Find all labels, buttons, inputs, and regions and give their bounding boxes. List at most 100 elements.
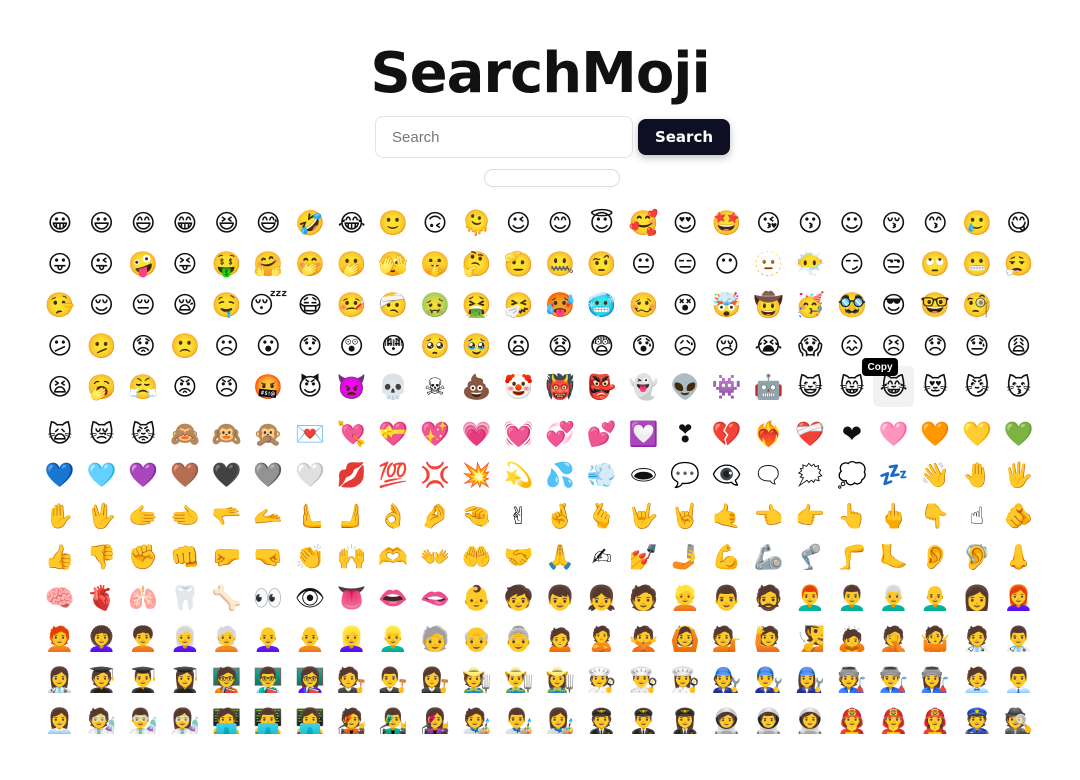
emoji-cell[interactable]: 👵	[498, 618, 540, 659]
emoji-cell[interactable]: 👁‍🗨	[706, 454, 748, 495]
emoji-cell[interactable]: 👩‍💼	[39, 700, 81, 741]
emoji-cell[interactable]: 👩‍⚖️	[414, 659, 456, 700]
emoji-cell[interactable]: ☠	[414, 366, 456, 407]
emoji-cell[interactable]: 🥲	[956, 202, 998, 243]
emoji-cell[interactable]: 💤	[873, 454, 915, 495]
emoji-cell[interactable]: 👍	[39, 536, 81, 577]
emoji-cell[interactable]: 😂	[331, 202, 373, 243]
emoji-cell[interactable]: 👹	[539, 366, 581, 407]
emoji-cell[interactable]: 🤓	[914, 284, 956, 325]
emoji-cell[interactable]: 👈	[748, 495, 790, 536]
emoji-cell[interactable]: 🙀	[39, 413, 81, 454]
emoji-cell[interactable]: 🧑‍🎓	[81, 659, 123, 700]
emoji-cell[interactable]: 👩‍🏫	[289, 659, 331, 700]
emoji-cell[interactable]: 🫰	[581, 495, 623, 536]
emoji-cell[interactable]: 👩‍🚀	[789, 700, 831, 741]
emoji-cell[interactable]: 🧑‍⚕️	[956, 618, 998, 659]
emoji-cell[interactable]: ☹	[206, 325, 248, 366]
emoji-cell[interactable]: 🤛	[206, 536, 248, 577]
emoji-cell[interactable]: 🤥	[39, 284, 81, 325]
emoji-cell[interactable]: 🧑‍🎤	[331, 700, 373, 741]
emoji-cell[interactable]: 👩‍🏭	[914, 659, 956, 700]
emoji-cell[interactable]: ☝	[956, 495, 998, 536]
emoji-cell[interactable]: 🤑	[206, 243, 248, 284]
emoji-cell[interactable]: 🩶	[247, 454, 289, 495]
emoji-cell[interactable]: 🕵	[998, 700, 1040, 741]
emoji-cell[interactable]: 👨‍🦱	[831, 577, 873, 618]
emoji-cell[interactable]: 👩‍🔬	[164, 700, 206, 741]
filter-pill[interactable]	[484, 169, 620, 187]
emoji-cell[interactable]: 👌	[373, 495, 415, 536]
emoji-cell[interactable]: 🥺	[414, 325, 456, 366]
emoji-cell[interactable]: 🖤	[206, 454, 248, 495]
emoji-cell[interactable]: 👨‍🔬	[122, 700, 164, 741]
emoji-cell[interactable]: 🫳	[206, 495, 248, 536]
emoji-cell[interactable]: 🤏	[456, 495, 498, 536]
emoji-cell[interactable]: 🥹	[456, 325, 498, 366]
emoji-cell[interactable]: 🤜	[247, 536, 289, 577]
search-button[interactable]: Search	[638, 119, 730, 155]
emoji-cell[interactable]: 🧑‍🔬	[81, 700, 123, 741]
emoji-cell[interactable]: 👺	[581, 366, 623, 407]
emoji-cell[interactable]: 💙	[39, 454, 81, 495]
emoji-cell[interactable]: 🤕	[373, 284, 415, 325]
emoji-cell[interactable]: 👩‍🎨	[539, 700, 581, 741]
emoji-cell[interactable]: 👩‍✈️	[664, 700, 706, 741]
emoji-cell[interactable]: 🗨	[748, 454, 790, 495]
emoji-cell[interactable]: 🙎	[581, 618, 623, 659]
emoji-cell[interactable]: 😞	[914, 325, 956, 366]
emoji-cell[interactable]: 👻	[623, 366, 665, 407]
emoji-cell[interactable]: 🧓	[414, 618, 456, 659]
emoji-cell[interactable]: 🤲	[456, 536, 498, 577]
emoji-cell[interactable]: 🤪	[122, 243, 164, 284]
emoji-cell[interactable]: 🤔	[456, 243, 498, 284]
emoji-cell[interactable]: 🖐	[998, 454, 1040, 495]
emoji-cell[interactable]: 👨‍💻	[247, 700, 289, 741]
emoji-cell[interactable]: 😫	[39, 366, 81, 407]
emoji-cell[interactable]: 🤦	[873, 618, 915, 659]
emoji-cell[interactable]: 😁	[164, 202, 206, 243]
emoji-cell[interactable]: 💕	[581, 413, 623, 454]
emoji-cell[interactable]: 🧑‍🎨	[456, 700, 498, 741]
emoji-cell[interactable]: 🫴	[247, 495, 289, 536]
emoji-cell[interactable]: 🫠	[456, 202, 498, 243]
emoji-cell[interactable]: 👿	[331, 366, 373, 407]
emoji-cell[interactable]: 😩	[998, 325, 1040, 366]
emoji-cell[interactable]: 💦	[539, 454, 581, 495]
emoji-cell[interactable]: 👆	[831, 495, 873, 536]
emoji-cell[interactable]: 🤫	[414, 243, 456, 284]
emoji-cell[interactable]: 😃	[81, 202, 123, 243]
emoji-cell[interactable]: 🦴	[206, 577, 248, 618]
emoji-cell[interactable]: 🙄	[914, 243, 956, 284]
emoji-cell[interactable]: 🥶	[581, 284, 623, 325]
emoji-cell[interactable]: 🧐	[956, 284, 998, 325]
emoji-cell[interactable]: 🤟	[623, 495, 665, 536]
emoji-cell[interactable]: 🧑‍🦰	[39, 618, 81, 659]
emoji-cell[interactable]: 🤞	[539, 495, 581, 536]
emoji-cell[interactable]: 😱	[789, 325, 831, 366]
emoji-cell[interactable]: 👇	[914, 495, 956, 536]
emoji-cell[interactable]: 💚	[998, 413, 1040, 454]
emoji-cell[interactable]: 👴	[456, 618, 498, 659]
emoji-cell[interactable]: ✌	[498, 495, 540, 536]
emoji-cell[interactable]: 👩‍🎤	[414, 700, 456, 741]
emoji-cell[interactable]: 👩‍💻	[289, 700, 331, 741]
emoji-cell[interactable]: 👧	[581, 577, 623, 618]
emoji-cell[interactable]: 👉	[789, 495, 831, 536]
emoji-cell[interactable]: 😎	[873, 284, 915, 325]
emoji-cell[interactable]: 👽	[664, 366, 706, 407]
emoji-cell[interactable]: 😷	[289, 284, 331, 325]
emoji-cell[interactable]: 🫥	[748, 243, 790, 284]
emoji-cell[interactable]: 😗	[789, 202, 831, 243]
emoji-cell[interactable]: 🤤	[206, 284, 248, 325]
emoji-cell[interactable]: 🧔	[748, 577, 790, 618]
emoji-cell[interactable]: 🧏	[789, 618, 831, 659]
emoji-cell[interactable]: ✊	[122, 536, 164, 577]
emoji-cell[interactable]: 😡	[164, 366, 206, 407]
emoji-cell[interactable]: 😥	[664, 325, 706, 366]
emoji-cell[interactable]: 🙋	[748, 618, 790, 659]
emoji-cell[interactable]: 🤮	[456, 284, 498, 325]
emoji-cell[interactable]: 😴	[247, 284, 289, 325]
emoji-cell[interactable]: 🙇	[831, 618, 873, 659]
emoji-cell[interactable]: ✍	[581, 536, 623, 577]
